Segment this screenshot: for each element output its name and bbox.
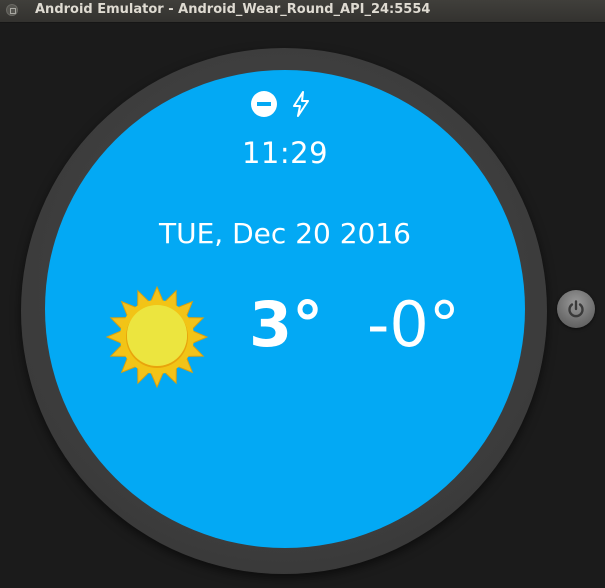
status-bar xyxy=(45,91,525,117)
watch-face[interactable]: 11:29 TUE, Dec 20 2016 3° -0° xyxy=(45,70,525,548)
clock-time: 11:29 xyxy=(241,136,329,170)
window-close-button[interactable] xyxy=(6,4,18,16)
window-titlebar[interactable]: Android Emulator - Android_Wear_Round_AP… xyxy=(0,0,605,23)
do-not-disturb-icon xyxy=(251,91,277,117)
window-title: Android Emulator - Android_Wear_Round_AP… xyxy=(35,2,431,17)
temperature-low: -0° xyxy=(367,288,460,361)
power-button[interactable] xyxy=(557,290,595,328)
sun-icon xyxy=(105,285,209,389)
charging-bolt-icon xyxy=(293,91,309,117)
clock-date: TUE, Dec 20 2016 xyxy=(159,217,411,250)
temperature-high: 3° xyxy=(249,288,324,361)
power-icon xyxy=(568,300,584,318)
